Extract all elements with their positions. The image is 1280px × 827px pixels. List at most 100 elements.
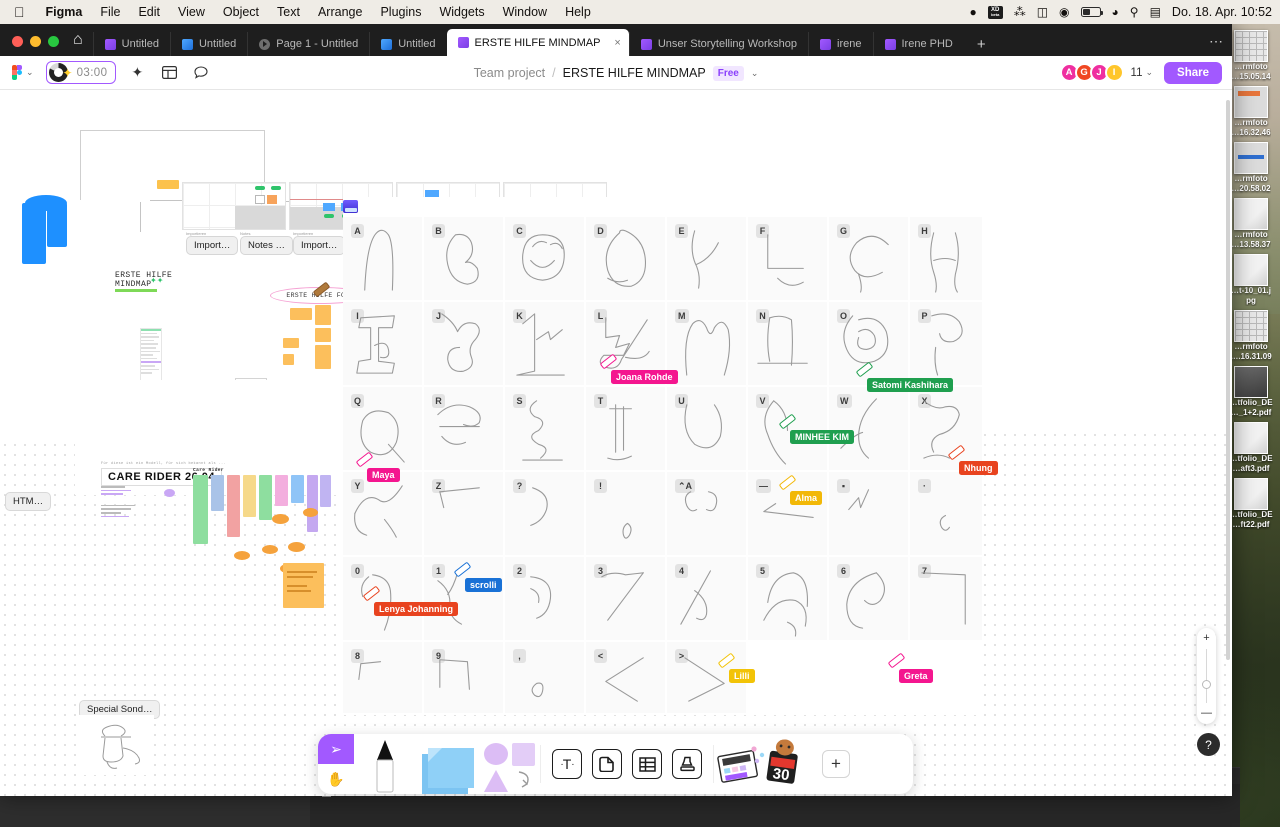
grid-cell-O[interactable]: O: [829, 302, 909, 386]
menu-item-file[interactable]: File: [91, 5, 129, 19]
desktop-file-icon[interactable]: …tfolio_DE …ft22.pdf: [1224, 478, 1278, 530]
marker-tool-button[interactable]: [354, 734, 416, 794]
shapes-tool-button[interactable]: [478, 734, 540, 794]
grid-cell-H[interactable]: H: [910, 217, 983, 301]
grid-cell-R[interactable]: R: [424, 387, 504, 471]
add-widget-button[interactable]: +: [822, 750, 850, 778]
menu-item-edit[interactable]: Edit: [129, 5, 169, 19]
ai-actions-icon[interactable]: ✦: [126, 62, 148, 84]
section-tool-button[interactable]: [592, 749, 622, 779]
table-tool-button[interactable]: [632, 749, 662, 779]
desktop-file-icon[interactable]: …rmfoto ….16.31.09: [1224, 310, 1278, 362]
tab-overflow-icon[interactable]: ⋯: [1209, 33, 1224, 50]
home-icon[interactable]: ⌂: [69, 31, 93, 56]
grid-cell-W[interactable]: W: [829, 387, 909, 471]
figjam-canvas[interactable]: Importieren Import… Notes Notes … Import…: [0, 90, 1232, 796]
zoom-slider-track[interactable]: [1201, 649, 1212, 703]
menu-item-help[interactable]: Help: [556, 5, 600, 19]
grid-cell-D[interactable]: D: [586, 217, 666, 301]
orange-node[interactable]: [303, 508, 318, 517]
blue-card-left[interactable]: [22, 203, 46, 264]
bluetooth-icon[interactable]: ⁂: [1014, 6, 1026, 18]
chevron-down-icon[interactable]: ⌄: [751, 68, 759, 79]
page-title[interactable]: ERSTE HILFE MINDMAP: [563, 66, 706, 80]
window-traffic-lights[interactable]: [4, 36, 69, 56]
tab-untitled-3[interactable]: Untitled: [369, 32, 446, 56]
import-chip[interactable]: Import…: [288, 232, 346, 255]
sticky-orange[interactable]: [290, 308, 312, 320]
desktop-file-icon[interactable]: …rmfoto …13.58.37: [1224, 198, 1278, 250]
grid-cell-Y[interactable]: Y: [343, 472, 423, 556]
grid-cell-2[interactable]: 2: [505, 557, 585, 641]
zoom-in-button[interactable]: +: [1203, 633, 1209, 644]
share-button[interactable]: Share: [1164, 61, 1222, 84]
tab-irene[interactable]: irene: [808, 32, 872, 56]
grid-cell-X[interactable]: X: [910, 387, 983, 471]
tab-untitled-2[interactable]: Untitled: [169, 32, 247, 56]
dropbox-icon[interactable]: ●: [969, 6, 976, 18]
grid-cell-dot-square[interactable]: ▪: [829, 472, 909, 556]
hand-tool-button[interactable]: ✋: [318, 764, 354, 794]
column-blue-2[interactable]: [291, 475, 304, 503]
zoom-slider-knob[interactable]: [1201, 679, 1212, 689]
menu-item-view[interactable]: View: [169, 5, 214, 19]
xd-icon[interactable]: XD beta: [987, 5, 1003, 19]
apple-icon[interactable]: : [14, 4, 25, 20]
grid-cell-V[interactable]: V: [748, 387, 828, 471]
avatar-overflow-count[interactable]: 11 ⌄: [1131, 67, 1154, 79]
grid-cell-0[interactable]: 0: [343, 557, 423, 641]
grid-cell-N[interactable]: N: [748, 302, 828, 386]
menu-item-widgets[interactable]: Widgets: [430, 5, 493, 19]
grid-cell-E[interactable]: E: [667, 217, 747, 301]
orange-node[interactable]: [234, 551, 250, 560]
sticky-orange[interactable]: [315, 328, 331, 342]
desktop-file-icon[interactable]: …rmfoto …20.58.02: [1224, 142, 1278, 194]
stamp-tool-button[interactable]: [672, 749, 702, 779]
help-button[interactable]: ?: [1197, 733, 1220, 756]
grid-cell-ctrl-a[interactable]: ⌃A: [667, 472, 747, 556]
orange-node[interactable]: [272, 514, 289, 524]
grid-cell-3[interactable]: 3: [586, 557, 666, 641]
minimize-window-button[interactable]: [30, 36, 41, 47]
sticky-orange[interactable]: [315, 345, 331, 369]
tab-page1-untitled[interactable]: Page 1 - Untitled: [247, 32, 369, 56]
menubar-clock[interactable]: Do. 18. Apr. 10:52: [1172, 5, 1272, 19]
grid-cell-S[interactable]: S: [505, 387, 585, 471]
notes-chip[interactable]: Notes …: [240, 236, 293, 255]
desktop-file-icon[interactable]: …tfolio_DE …_1+2.pdf: [1224, 366, 1278, 418]
menu-item-arrange[interactable]: Arrange: [309, 5, 371, 19]
column-green-2[interactable]: [259, 475, 272, 520]
grid-cell-7[interactable]: 7: [910, 557, 983, 641]
purple-dot-node[interactable]: [164, 489, 175, 497]
orange-node[interactable]: [288, 542, 305, 552]
sticky-note-tool-button[interactable]: [416, 734, 478, 794]
widgets-button[interactable]: 30: [714, 734, 814, 794]
canvas-vertical-scrollbar[interactable]: [1226, 100, 1230, 660]
plan-badge[interactable]: Free: [712, 65, 744, 81]
grid-cell-5[interactable]: 5: [748, 557, 828, 641]
grid-cell-4[interactable]: 4: [667, 557, 747, 641]
menu-item-object[interactable]: Object: [214, 5, 268, 19]
grid-cell-A[interactable]: A: [343, 217, 423, 301]
select-tool-button[interactable]: ➢: [318, 734, 354, 764]
wifi-icon[interactable]: ◕: [1112, 6, 1119, 18]
menu-item-window[interactable]: Window: [494, 5, 556, 19]
search-icon[interactable]: ⚲: [1130, 6, 1139, 18]
blue-card-right[interactable]: [47, 203, 67, 247]
menu-item-text[interactable]: Text: [268, 5, 309, 19]
avatar[interactable]: I: [1104, 63, 1124, 82]
sticky-orange[interactable]: [283, 338, 299, 348]
airplay-icon[interactable]: ▤: [1150, 6, 1161, 18]
column-green[interactable]: [193, 475, 208, 544]
tab-irene-phd[interactable]: Irene PHD: [872, 32, 964, 56]
column-purple[interactable]: [307, 475, 318, 532]
sections-icon[interactable]: [158, 62, 180, 84]
column-yellow[interactable]: [243, 475, 256, 517]
grid-cell-Q[interactable]: Q: [343, 387, 423, 471]
breadcrumb-team[interactable]: Team project: [474, 66, 546, 80]
sticky-orange[interactable]: [283, 354, 294, 365]
maximize-window-button[interactable]: [48, 36, 59, 47]
figma-main-menu-button[interactable]: ⌄: [10, 62, 36, 83]
desktop-file-icon[interactable]: …t-10_01.j pg: [1224, 254, 1278, 306]
html-chip[interactable]: HTM…: [5, 492, 52, 511]
